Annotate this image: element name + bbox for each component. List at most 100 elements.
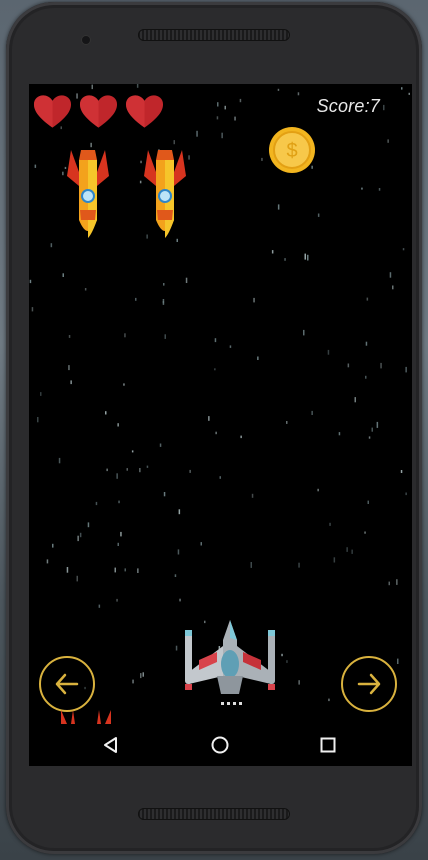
star [253, 297, 255, 303]
star [87, 522, 90, 528]
star [117, 423, 119, 427]
star [34, 164, 37, 168]
star [378, 188, 381, 191]
star [178, 509, 181, 515]
star [317, 213, 320, 217]
star [354, 397, 356, 403]
star [229, 345, 232, 348]
star [79, 532, 82, 538]
star [367, 500, 369, 504]
move-left-button[interactable] [39, 656, 95, 712]
star [29, 279, 32, 284]
star [286, 660, 288, 663]
star [117, 542, 119, 546]
star [217, 102, 219, 107]
star [179, 598, 181, 602]
star [224, 105, 226, 110]
star [124, 333, 126, 338]
star [132, 679, 134, 684]
star [200, 542, 202, 546]
star [396, 579, 398, 585]
star [251, 493, 254, 498]
star [77, 535, 79, 542]
star [405, 366, 407, 373]
star [98, 604, 101, 608]
star [250, 562, 252, 568]
star [304, 253, 306, 260]
arrow-right-icon [357, 673, 381, 695]
home-circle-icon[interactable] [210, 735, 230, 755]
back-triangle-icon[interactable] [101, 735, 121, 755]
phone-frame: Score:7 $ [6, 2, 422, 854]
star [136, 84, 139, 88]
star [126, 468, 128, 471]
star [208, 416, 210, 421]
star [364, 531, 366, 534]
star [118, 500, 120, 504]
star [277, 204, 280, 210]
game-screen[interactable]: Score:7 $ [29, 84, 412, 766]
star [346, 547, 348, 552]
star [376, 421, 379, 428]
star [261, 157, 263, 161]
star [50, 243, 53, 248]
star [405, 492, 407, 496]
star [338, 432, 341, 436]
star [333, 557, 336, 563]
star [392, 285, 394, 290]
star [371, 427, 373, 432]
star [397, 658, 399, 664]
star [66, 567, 69, 573]
star [146, 465, 149, 468]
star [116, 598, 118, 602]
star [70, 380, 72, 385]
enemy-missile [67, 150, 109, 238]
star [380, 362, 382, 369]
star [68, 335, 71, 338]
star [159, 443, 162, 447]
star [37, 417, 39, 423]
top-speaker-grille [138, 29, 290, 41]
star [388, 581, 390, 586]
star [106, 468, 108, 472]
star [189, 469, 191, 473]
star [298, 562, 300, 568]
star [123, 383, 125, 386]
star [162, 299, 165, 305]
star [221, 132, 223, 139]
star [137, 568, 139, 573]
star [140, 673, 142, 679]
star [257, 356, 259, 360]
star [402, 248, 405, 251]
svg-text:$: $ [286, 140, 297, 162]
heart-icon [125, 95, 164, 128]
star [347, 363, 350, 368]
recents-square-icon[interactable] [318, 735, 338, 755]
move-right-button[interactable] [341, 656, 397, 712]
star [116, 473, 118, 479]
bottom-speaker-grille [138, 808, 290, 820]
star [215, 431, 217, 435]
star [365, 341, 368, 346]
front-camera [82, 36, 90, 44]
player-spaceship[interactable] [181, 616, 279, 714]
star [389, 272, 392, 278]
star [284, 258, 286, 261]
star [400, 470, 403, 473]
star [281, 653, 283, 657]
star [214, 368, 216, 371]
star [91, 84, 93, 90]
star [297, 92, 300, 96]
star [327, 349, 330, 355]
star [135, 297, 137, 301]
star [366, 297, 369, 301]
arrow-left-icon [55, 673, 79, 695]
star [131, 450, 134, 453]
star [58, 457, 61, 464]
star [163, 283, 165, 286]
star [185, 277, 188, 283]
star [298, 680, 300, 685]
star [365, 375, 367, 379]
star [239, 98, 242, 103]
star [95, 501, 98, 506]
